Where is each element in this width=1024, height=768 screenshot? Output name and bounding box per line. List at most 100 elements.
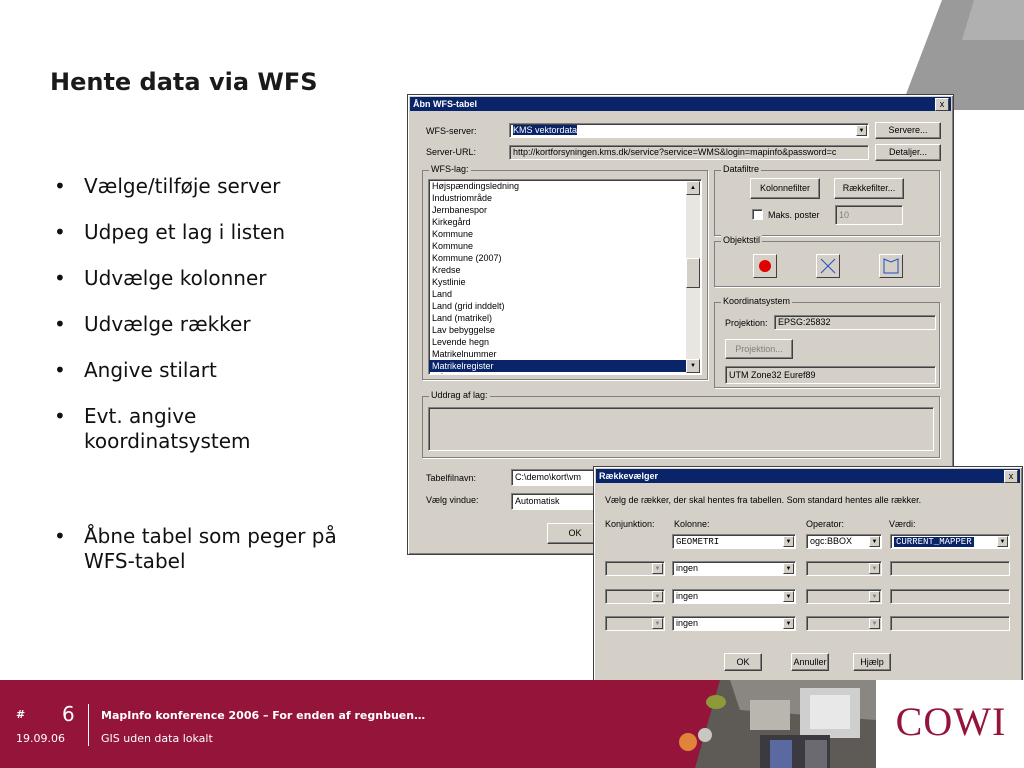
chevron-down-icon[interactable]: ▼ [652,618,663,629]
operator-dropdown[interactable]: ▼ [806,589,882,604]
chevron-down-icon[interactable]: ▼ [869,563,880,574]
window-dropdown[interactable]: Automatisk [511,493,601,510]
value-field[interactable] [890,589,1010,604]
layer-list-item[interactable]: Højspændingsledning [429,180,686,192]
layer-list-item[interactable]: Lav bebyggelse [429,324,686,336]
help-button[interactable]: Hjælp [853,653,891,671]
projection-field: EPSG:25832 [774,315,936,330]
row-dialog-instructions: Vælg de rækker, der skal hentes fra tabe… [605,495,922,505]
column-dropdown[interactable]: ingen ▼ [672,616,796,631]
value-header: Værdi: [889,519,916,529]
layer-list-item[interactable]: Matrikelnummer [429,348,686,360]
chevron-down-icon[interactable]: ▼ [783,618,794,629]
region-style-button[interactable] [879,254,903,278]
layer-list-item[interactable]: Kommune [429,240,686,252]
layer-list-item[interactable]: Land (matrikel) [429,312,686,324]
value-dropdown[interactable]: CURRENT_MAPPER ▼ [890,534,1010,549]
column-dropdown[interactable]: GEOMETRI ▼ [672,534,796,549]
footer-bar: # 6 MapInfo konference 2006 – For enden … [0,680,1024,768]
bullet-item: Åbne tabel som peger på WFS-tabel [50,524,344,574]
chevron-down-icon[interactable]: ▼ [652,591,663,602]
max-records-label: Maks. poster [768,210,820,220]
max-records-field[interactable]: 10 [835,205,903,225]
column-filter-button[interactable]: Kolonnefilter [750,178,820,199]
window-value: Automatisk [515,496,560,506]
close-icon[interactable]: x [1004,470,1018,483]
conjunction-header: Konjunktion: [605,519,655,529]
scroll-up-icon[interactable]: ▲ [686,181,700,195]
chevron-down-icon[interactable]: ▼ [869,536,880,547]
scroll-down-icon[interactable]: ▼ [686,359,700,373]
layer-list-item[interactable]: Industriområde [429,192,686,204]
column-dropdown[interactable]: ingen ▼ [672,589,796,604]
page-number: 6 [62,702,75,726]
layer-list-item[interactable]: Matrikelregister [429,360,686,372]
bullet-list: Vælge/tilføje server Udpeg et lag i list… [50,174,380,574]
servers-button[interactable]: Servere... [875,122,941,139]
server-url-label: Server-URL: [426,147,477,157]
value-value: CURRENT_MAPPER [894,537,974,547]
operator-header: Operator: [806,519,845,529]
row-filter-button[interactable]: Rækkefilter... [834,178,904,199]
bullet-item: Vælge/tilføje server [50,174,380,199]
cancel-button[interactable]: Annuller [791,653,829,671]
layer-list-item[interactable]: Jernbanespor [429,204,686,216]
chevron-down-icon[interactable]: ▼ [783,536,794,547]
layer-list-scrollbar[interactable]: ▲ ▼ [686,181,700,373]
layer-list-item[interactable]: Land [429,288,686,300]
office-photo [650,680,876,768]
projection-button[interactable]: Projektion... [725,339,793,359]
row-dialog-titlebar[interactable]: Rækkevælger x [596,469,1020,483]
layer-items: Højspændingsledning Industriområde Jernban… [429,180,701,374]
column-dropdown[interactable]: ingen ▼ [672,561,796,576]
column-value: GEOMETRI [676,537,720,547]
operator-dropdown[interactable]: ▼ [806,616,882,631]
chevron-down-icon[interactable]: ▼ [783,563,794,574]
server-url-field: http://kortforsyningen.kms.dk/service?se… [509,145,869,160]
line-cross-icon [820,258,836,274]
chevron-down-icon[interactable]: ▼ [856,125,867,136]
row-dialog-title: Rækkevælger [599,471,659,481]
datafilter-group: Datafiltre [714,164,940,236]
chevron-down-icon[interactable]: ▼ [869,591,880,602]
coordsys-label: Koordinatsystem [721,296,793,306]
layer-list-item[interactable]: Kredse [429,264,686,276]
wfs-layer-list[interactable]: Højspændingsledning Industriområde Jernban… [428,179,702,375]
layer-list-item[interactable]: Kommune (2007) [429,252,686,264]
layer-list-item[interactable]: Kirkegård [429,216,686,228]
conjunction-dropdown[interactable]: ▼ [605,589,665,604]
operator-dropdown[interactable]: ▼ [806,561,882,576]
footer-date: 19.09.06 [16,732,65,745]
chevron-down-icon[interactable]: ▼ [869,618,880,629]
conference-title: MapInfo konference 2006 – For enden af r… [101,709,426,722]
max-records-checkbox[interactable] [752,209,763,220]
layer-list-item[interactable]: Kystlinie [429,276,686,288]
column-value: ingen [676,618,699,628]
layer-list-item[interactable]: Levende hegn [429,336,686,348]
dialog-titlebar[interactable]: Åbn WFS-tabel x [410,97,951,111]
layer-list-item[interactable]: Kommune [429,228,686,240]
footer-subtitle: GIS uden data lokalt [101,732,213,745]
chevron-down-icon[interactable]: ▼ [997,536,1008,547]
operator-dropdown[interactable]: ogc:BBOX ▼ [806,534,882,549]
conjunction-dropdown[interactable]: ▼ [605,616,665,631]
ok-button[interactable]: OK [724,653,762,671]
layer-list-item[interactable]: Mål [429,372,686,374]
value-field[interactable] [890,616,1010,631]
wfs-server-dropdown[interactable]: KMS vektordata ▼ [509,123,869,138]
layer-list-item[interactable]: Land (grid inddelt) [429,300,686,312]
conjunction-dropdown[interactable]: ▼ [605,561,665,576]
table-filename-label: Tabelfilnavn: [426,473,477,483]
close-icon[interactable]: x [935,98,949,111]
details-button[interactable]: Detaljer... [875,144,941,161]
table-filename-field[interactable]: C:\demo\kort\vm [511,469,601,486]
scroll-thumb[interactable] [686,258,700,288]
chevron-down-icon[interactable]: ▼ [783,591,794,602]
row-selector-dialog: Rækkevælger x Vælg de rækker, der skal h… [593,466,1023,684]
line-style-button[interactable] [816,254,840,278]
wfs-server-value: KMS vektordata [513,125,578,135]
symbol-style-button[interactable] [753,254,777,278]
chevron-down-icon[interactable]: ▼ [652,563,663,574]
operator-value: ogc:BBOX [810,536,853,546]
value-field[interactable] [890,561,1010,576]
